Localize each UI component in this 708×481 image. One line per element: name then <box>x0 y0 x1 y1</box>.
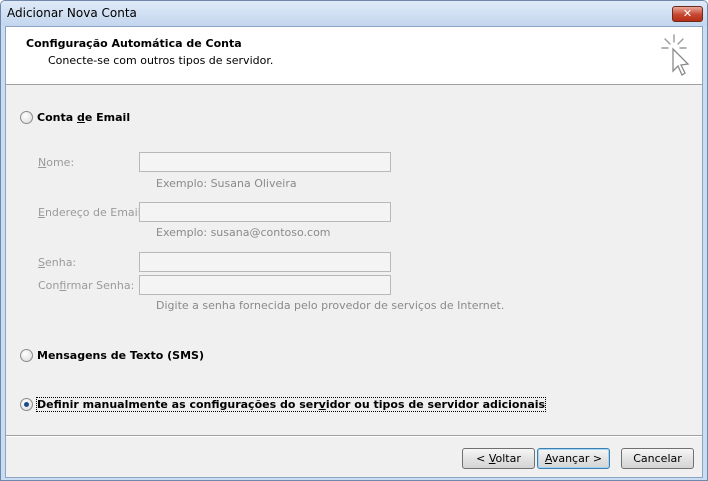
next-button[interactable]: Avançar > <box>537 448 610 469</box>
radio-button[interactable] <box>20 398 33 411</box>
label-part: < <box>476 452 489 465</box>
cancel-button[interactable]: Cancelar <box>621 448 694 469</box>
window-title: Adicionar Nova Conta <box>7 6 137 20</box>
close-icon: ✕ <box>682 7 693 20</box>
label-part: oltar <box>495 452 521 465</box>
close-button[interactable]: ✕ <box>672 6 703 22</box>
radio-button[interactable] <box>20 111 33 124</box>
cursor-sparkle-icon <box>661 34 690 76</box>
label-part: ndereço de Email: <box>44 206 145 219</box>
radio-manual-setup[interactable]: Definir manualmente as configurações do … <box>20 397 547 412</box>
wizard-header: Configuração Automática de Conta Conecte… <box>6 27 702 85</box>
radio-email-account[interactable]: Conta de Email <box>20 111 130 124</box>
password-label: Senha: <box>38 256 76 269</box>
header-subtitle: Conecte-se com outros tipos de servidor. <box>48 54 274 67</box>
back-button[interactable]: < Voltar <box>462 448 535 469</box>
accelerator-key: v <box>318 398 326 411</box>
name-input[interactable] <box>139 152 391 172</box>
label-part: idor ou tipos de servidor adicionais <box>325 398 546 411</box>
footer-separator <box>6 435 702 437</box>
name-label: Nome: <box>38 156 74 169</box>
radio-button[interactable] <box>20 349 33 362</box>
title-bar[interactable]: Adicionar Nova Conta ✕ <box>1 1 707 26</box>
password-hint: Digite a senha fornecida pelo provedor d… <box>156 299 505 312</box>
radio-sms-label: Mensagens de Texto (SMS) <box>37 349 205 362</box>
confirm-password-input[interactable] <box>139 275 391 295</box>
radio-email-label: Conta de Email <box>37 111 130 124</box>
email-label: Endereço de Email: <box>38 206 144 219</box>
label-part: ome: <box>46 156 75 169</box>
accelerator-key: V <box>488 452 496 465</box>
email-hint: Exemplo: susana@contoso.com <box>156 226 331 239</box>
accelerator-key: S <box>38 256 45 269</box>
radio-manual-label: Definir manualmente as configurações do … <box>35 397 547 412</box>
label-part: Definir manualmente as configurações do … <box>37 398 319 411</box>
label-part: e Email <box>84 111 131 124</box>
email-input[interactable] <box>139 202 391 222</box>
radio-sms[interactable]: Mensagens de Texto (SMS) <box>20 349 204 362</box>
header-title: Configuração Automática de Conta <box>26 37 242 50</box>
accelerator-key: E <box>38 206 45 219</box>
dialog-body: Configuração Automática de Conta Conecte… <box>5 26 703 478</box>
dialog-window: Adicionar Nova Conta ✕ Configuração Auto… <box>0 0 708 481</box>
label-part: vançar > <box>551 452 603 465</box>
password-input[interactable] <box>139 252 391 272</box>
label-part: irmar Senha: <box>66 279 135 292</box>
accelerator-key: A <box>544 452 552 465</box>
label-part: Conta <box>37 111 77 124</box>
label-part: enha: <box>44 256 77 269</box>
accelerator-key: d <box>76 111 85 124</box>
label-part: Con <box>38 279 60 292</box>
confirm-password-label: Confirmar Senha: <box>38 279 134 292</box>
accelerator-key: N <box>38 156 47 169</box>
name-hint: Exemplo: Susana Oliveira <box>156 177 297 190</box>
